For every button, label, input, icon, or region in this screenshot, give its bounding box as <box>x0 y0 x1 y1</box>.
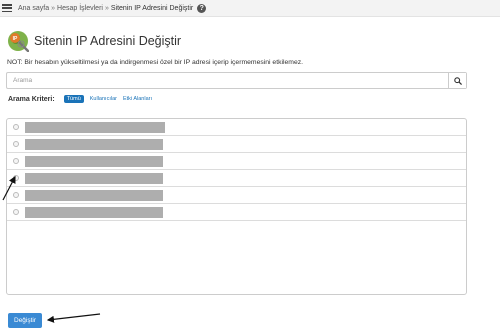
list-item[interactable] <box>7 170 466 187</box>
row-radio[interactable] <box>13 158 19 164</box>
ip-address-icon: IP <box>8 31 29 52</box>
redacted-account <box>25 190 163 201</box>
filter-option-all[interactable]: Tümü <box>63 95 84 103</box>
redacted-account <box>25 156 163 167</box>
filter-option-domains[interactable]: Etki Alanları <box>123 96 152 102</box>
row-radio[interactable] <box>13 141 19 147</box>
row-radio[interactable] <box>13 124 19 130</box>
row-radio[interactable] <box>13 209 19 215</box>
svg-text:IP: IP <box>13 36 18 42</box>
breadcrumb-separator: » <box>104 4 109 12</box>
page-header: IP Sitenin IP Adresini Değiştir <box>7 30 181 52</box>
filter-option-users[interactable]: Kullanıcılar <box>90 96 117 102</box>
breadcrumb-home-link[interactable]: Ana sayfa <box>18 5 49 12</box>
list-item[interactable] <box>7 153 466 170</box>
list-item[interactable] <box>7 119 466 136</box>
search-criteria-label: Arama Kriteri: <box>8 95 55 103</box>
question-circle-icon[interactable]: ? <box>197 3 207 13</box>
breadcrumb-separator: » <box>51 4 56 12</box>
list-item[interactable] <box>7 136 466 153</box>
search-box <box>6 72 467 89</box>
list-item[interactable] <box>7 204 466 221</box>
redacted-account <box>25 122 165 133</box>
search-criteria: Arama Kriteri: Tümü Kullanıcılar Etki Al… <box>8 95 152 103</box>
redacted-account <box>25 139 163 150</box>
row-radio[interactable] <box>13 192 19 198</box>
hamburger-menu-icon[interactable] <box>2 4 12 12</box>
redacted-account <box>25 173 163 184</box>
search-input[interactable] <box>7 73 448 88</box>
breadcrumb-bar: Ana sayfa » Hesap İşlevleri » Sitenin IP… <box>0 0 500 17</box>
search-button[interactable] <box>448 73 466 88</box>
page-title: Sitenin IP Adresini Değiştir <box>34 34 182 48</box>
redacted-account <box>25 207 163 218</box>
note-text: NOT: Bir hesabın yükseltilmesi ya da ind… <box>7 59 304 66</box>
annotation-arrow-button <box>46 313 101 323</box>
search-icon <box>453 76 462 85</box>
breadcrumb-account-functions-link[interactable]: Hesap İşlevleri <box>57 5 103 12</box>
account-list <box>6 118 467 295</box>
breadcrumb-current: Sitenin IP Adresini Değiştir <box>110 4 194 12</box>
list-item[interactable] <box>7 187 466 204</box>
row-radio[interactable] <box>13 175 19 181</box>
change-button[interactable]: Değiştir <box>8 313 43 328</box>
breadcrumb: Ana sayfa » Hesap İşlevleri » Sitenin IP… <box>18 3 207 13</box>
